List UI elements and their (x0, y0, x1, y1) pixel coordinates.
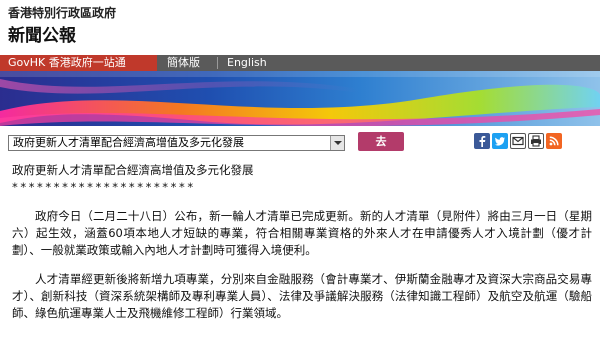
article-body: 政府更新人才清單配合經濟高增值及多元化發展 ******************… (12, 162, 592, 322)
header-banner (0, 71, 600, 126)
twitter-icon[interactable] (492, 133, 508, 149)
article-paragraph: 政府今日（二月二十八日）公布，新一輪人才清單已完成更新。新的人才清單（見附件）將… (12, 209, 592, 257)
article-title: 政府更新人才清單配合經濟高增值及多元化發展 (12, 163, 254, 177)
article-toolbar: 政府更新人才清單配合經濟高增值及多元化發展 去 (0, 126, 600, 160)
site-header: 香港特別行政區政府 新聞公報 (0, 0, 600, 58)
article-select[interactable]: 政府更新人才清單配合經濟高增值及多元化發展 (8, 135, 345, 151)
nav-divider (217, 57, 218, 69)
go-button[interactable]: 去 (358, 132, 404, 151)
govhk-link[interactable]: GovHK 香港政府一站通 (0, 55, 157, 71)
print-icon[interactable] (528, 133, 544, 149)
simplified-chinese-link[interactable]: 簡体版 (167, 55, 200, 71)
article-select-value: 政府更新人才清單配合經濟高增值及多元化發展 (13, 136, 244, 149)
email-icon[interactable] (510, 133, 526, 149)
facebook-icon[interactable] (474, 133, 490, 149)
rss-icon[interactable] (546, 133, 562, 149)
department-name: 香港特別行政區政府 (8, 6, 117, 20)
english-link[interactable]: English (227, 55, 267, 71)
article-paragraph: 人才清單經更新後將新增九項專業，分別來自金融服務（會計專業才、伊斯蘭金融專才及資… (12, 272, 592, 320)
top-nav-bar: GovHK 香港政府一站通 簡体版 English (0, 55, 600, 71)
chevron-down-icon (330, 136, 344, 150)
title-divider: ********************** (12, 180, 196, 194)
page-title[interactable]: 新聞公報 (8, 21, 76, 46)
banner-graphic (0, 71, 600, 126)
